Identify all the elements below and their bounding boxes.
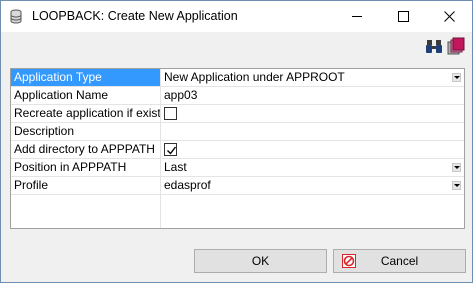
property-value: Last	[164, 160, 187, 174]
description-field[interactable]	[160, 123, 464, 140]
cancel-button-label: Cancel	[380, 254, 419, 268]
property-row-recreate-application[interactable]: Recreate application if exists	[11, 105, 464, 123]
layers-icon[interactable]	[447, 37, 465, 55]
chevron-down-icon[interactable]	[452, 181, 461, 190]
property-row-application-type[interactable]: Application Type New Application under A…	[11, 69, 464, 87]
property-value: edasprof	[164, 178, 211, 192]
minimize-button[interactable]	[334, 1, 380, 31]
close-icon	[443, 10, 455, 22]
checkmark-icon	[167, 146, 177, 155]
database-icon	[10, 9, 22, 24]
property-row-application-name[interactable]: Application Name app03	[11, 87, 464, 105]
cancel-icon	[342, 254, 356, 268]
ok-button-label: OK	[251, 254, 270, 268]
close-button[interactable]	[426, 1, 472, 31]
dialog-window: LOOPBACK: Create New Application Applica…	[0, 0, 473, 283]
binoculars-icon[interactable]	[425, 37, 443, 55]
maximize-button[interactable]	[380, 1, 426, 31]
chevron-down-icon[interactable]	[452, 73, 461, 82]
application-type-select[interactable]: New Application under APPROOT	[160, 69, 464, 86]
property-value: New Application under APPROOT	[164, 70, 345, 84]
property-row-add-directory[interactable]: Add directory to APPPATH	[11, 141, 464, 159]
property-label: Position in APPPATH	[14, 160, 127, 174]
property-grid: Application Type New Application under A…	[10, 68, 465, 229]
add-directory-checkbox[interactable]	[164, 143, 177, 156]
recreate-application-checkbox[interactable]	[164, 107, 177, 120]
property-label: Recreate application if exists	[14, 106, 160, 120]
minimize-icon	[351, 15, 362, 17]
property-label: Profile	[14, 178, 49, 192]
property-label: Description	[14, 124, 75, 138]
cancel-button[interactable]: Cancel	[333, 249, 466, 273]
profile-select[interactable]: edasprof	[160, 177, 464, 194]
position-in-apppath-select[interactable]: Last	[160, 159, 464, 176]
property-row-profile[interactable]: Profile edasprof	[11, 177, 464, 195]
property-row-position-in-apppath[interactable]: Position in APPPATH Last	[11, 159, 464, 177]
property-row-description[interactable]: Description	[11, 123, 464, 141]
property-label: Add directory to APPPATH	[14, 142, 155, 156]
ok-button[interactable]: OK	[194, 249, 327, 273]
grid-column-divider	[160, 195, 161, 228]
chevron-down-icon[interactable]	[452, 163, 461, 172]
property-label: Application Type	[11, 69, 160, 86]
grid-empty-area	[11, 195, 464, 228]
property-value-cell	[160, 141, 464, 158]
property-label: Application Name	[14, 88, 109, 102]
property-value-cell	[160, 105, 464, 122]
title-bar: LOOPBACK: Create New Application	[1, 1, 472, 32]
window-title: LOOPBACK: Create New Application	[32, 9, 238, 23]
maximize-icon	[397, 10, 409, 22]
application-name-field[interactable]: app03	[160, 87, 464, 104]
